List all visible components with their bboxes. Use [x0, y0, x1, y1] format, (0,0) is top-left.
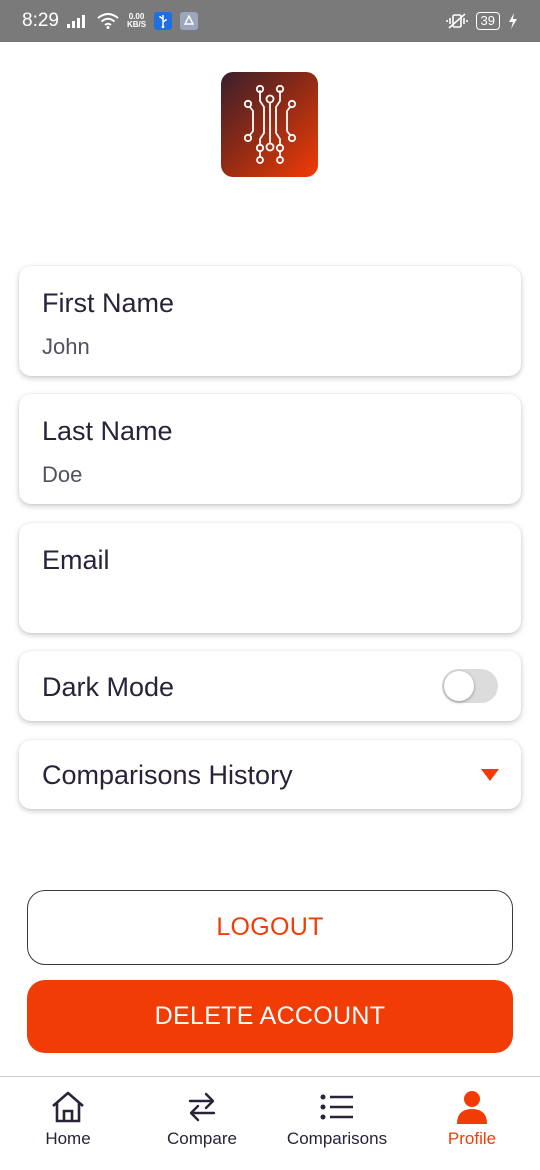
dark-mode-toggle[interactable]	[442, 669, 498, 703]
first-name-value: John	[42, 334, 90, 359]
first-name-label: First Name	[42, 288, 175, 318]
signal-icon	[66, 14, 89, 28]
toggle-knob	[444, 671, 474, 701]
comparisons-history-dropdown[interactable]: Comparisons History	[19, 740, 521, 809]
wifi-icon	[97, 13, 119, 29]
nav-comparisons[interactable]: Comparisons	[276, 1077, 398, 1170]
usb-icon	[154, 12, 173, 30]
dropdown-caret-icon	[481, 769, 499, 781]
net-speed-unit: KB/S	[126, 20, 147, 29]
compare-icon	[187, 1089, 217, 1125]
nav-comparisons-label: Comparisons	[286, 1129, 388, 1148]
bottom-nav: Home Compare Comparisons Profile	[0, 1076, 540, 1170]
home-icon	[50, 1089, 86, 1125]
status-right: 39	[445, 12, 518, 30]
last-name-label: Last Name	[42, 416, 173, 446]
list-icon	[320, 1089, 354, 1125]
status-bar: 8:29 0.00 KB/S 39	[0, 0, 540, 42]
email-label: Email	[42, 545, 110, 575]
last-name-value: Doe	[42, 462, 83, 487]
status-time: 8:29	[22, 10, 59, 31]
last-name-card[interactable]: Last Name Doe	[19, 394, 521, 504]
app-logo	[221, 72, 318, 177]
circuit-logo	[243, 84, 296, 164]
charging-icon	[508, 13, 518, 29]
nav-compare-label: Compare	[167, 1129, 237, 1148]
status-left: 8:29 0.00 KB/S	[22, 10, 199, 32]
nav-home-label: Home	[45, 1129, 91, 1148]
comparisons-history-label: Comparisons History	[42, 760, 293, 790]
dark-mode-card: Dark Mode	[19, 651, 521, 721]
first-name-card[interactable]: First Name John	[19, 266, 521, 376]
logout-button[interactable]: LOGOUT	[27, 890, 513, 965]
nav-compare[interactable]: Compare	[152, 1077, 252, 1170]
email-card[interactable]: Email	[19, 523, 521, 633]
person-icon	[455, 1089, 489, 1125]
vibrate-icon	[445, 12, 468, 30]
dark-mode-label: Dark Mode	[42, 672, 175, 702]
nav-home[interactable]: Home	[28, 1077, 108, 1170]
nav-profile-label: Profile	[447, 1129, 497, 1148]
notification-icon	[180, 12, 199, 30]
battery-indicator: 39	[475, 12, 500, 30]
delete-account-button[interactable]: DELETE ACCOUNT	[27, 980, 513, 1053]
net-speed: 0.00 KB/S	[127, 13, 146, 29]
nav-profile[interactable]: Profile	[432, 1077, 512, 1170]
